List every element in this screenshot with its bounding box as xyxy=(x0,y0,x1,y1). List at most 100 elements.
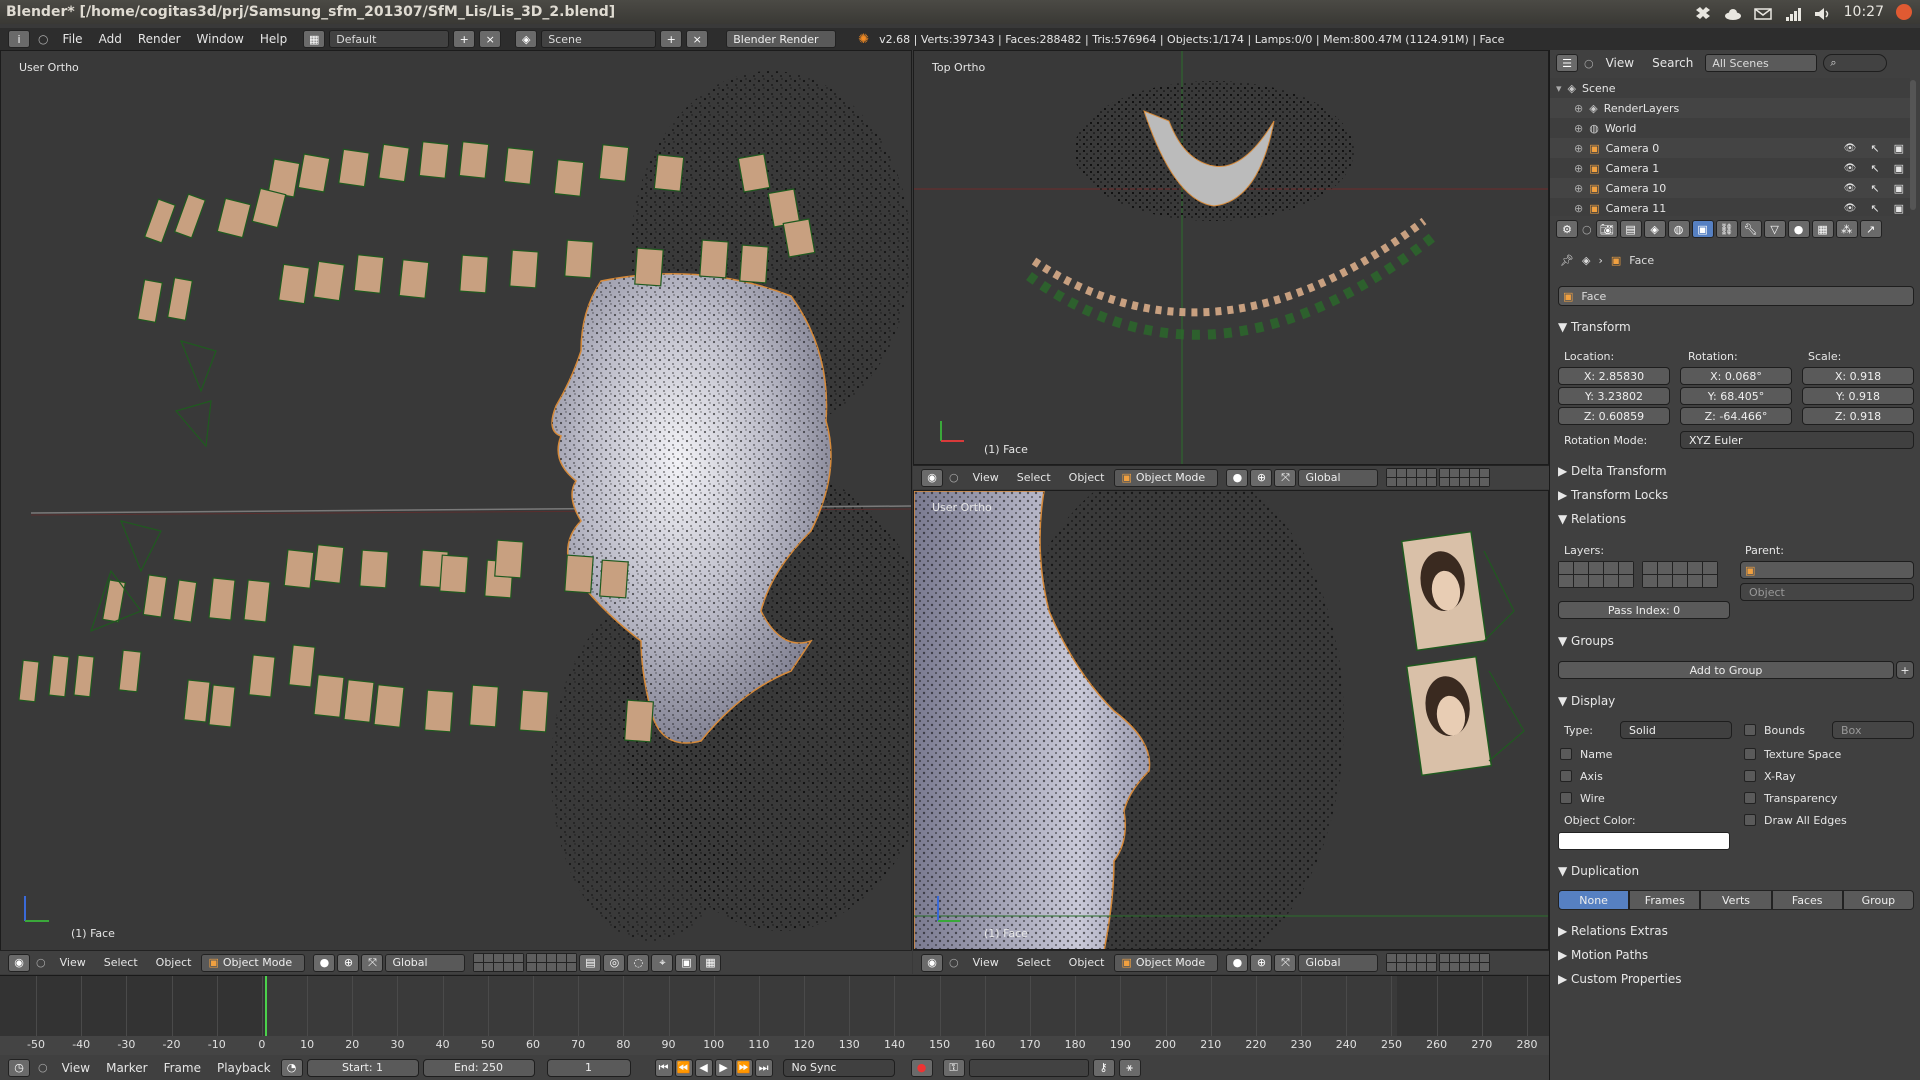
collapse-icon[interactable]: ○ xyxy=(1584,57,1594,70)
parent-type-select[interactable]: Object xyxy=(1740,583,1914,601)
preview-range-icon[interactable]: ◔ xyxy=(280,1058,303,1077)
object-layers-grid[interactable] xyxy=(1558,561,1718,588)
parent-field[interactable]: ▣ xyxy=(1740,561,1914,579)
render-anim-icon[interactable]: ▦ xyxy=(699,953,722,972)
outliner-editor-icon[interactable]: ☰ xyxy=(1556,54,1578,72)
world-tab-icon[interactable]: ◍ xyxy=(1667,220,1690,238)
manipulator-icon[interactable]: ⤧ xyxy=(361,953,384,972)
draw-all-edges-checkbox[interactable] xyxy=(1744,814,1756,826)
display-type-select[interactable]: Solid xyxy=(1620,721,1732,739)
transparency-checkbox[interactable] xyxy=(1744,792,1756,804)
layer-buttons[interactable] xyxy=(473,953,525,972)
rotation-y-field[interactable]: Y: 68.405° xyxy=(1680,387,1792,405)
keying-set-icon[interactable]: ⚿ xyxy=(942,1058,965,1077)
menu-window[interactable]: Window xyxy=(191,32,250,46)
layer-buttons-2[interactable] xyxy=(1439,468,1491,487)
lock-layer-icon[interactable]: ▤ xyxy=(579,953,602,972)
menu-select[interactable]: Select xyxy=(96,956,146,969)
timeline[interactable]: -50 -40 -30 -20 -10 0 10 20 30 40 50 60 70 80 90 100 110… xyxy=(0,975,1549,1056)
axis-checkbox[interactable] xyxy=(1560,770,1572,782)
viewport-bottom-right[interactable]: User Ortho (1) Face xyxy=(913,490,1549,950)
outliner-item[interactable]: ⊕ ◍ World xyxy=(1550,118,1910,138)
delete-scene-icon[interactable]: × xyxy=(686,30,709,48)
properties-editor-icon[interactable]: ⚙ xyxy=(1556,220,1578,238)
shading-icon[interactable]: ● xyxy=(1226,468,1249,487)
scene-tab-icon[interactable]: ◈ xyxy=(1643,220,1666,238)
jump-end-icon[interactable]: ⏭ xyxy=(754,1058,773,1077)
play-reverse-icon[interactable]: ◀ xyxy=(694,1058,713,1077)
location-y-field[interactable]: Y: 3.23802 xyxy=(1558,387,1670,405)
render-camera-icon[interactable]: ▣ xyxy=(1894,202,1904,215)
timeline-menu-frame[interactable]: Frame xyxy=(158,1061,207,1075)
rotation-z-field[interactable]: Z: -64.466° xyxy=(1680,407,1792,425)
timeline-editor-icon[interactable]: ◷ xyxy=(8,1058,30,1077)
timeline-menu-playback[interactable]: Playback xyxy=(211,1061,277,1075)
mail-icon[interactable] xyxy=(1753,5,1772,20)
orientation-select[interactable]: Global xyxy=(1298,468,1379,487)
proportional-icon[interactable]: ◌ xyxy=(627,953,650,972)
record-icon[interactable]: ● xyxy=(910,1058,933,1077)
outliner-item[interactable]: ▾ ◈ Scene xyxy=(1550,78,1910,98)
bounds-checkbox[interactable] xyxy=(1744,724,1756,736)
mode-select[interactable]: ▣ Object Mode xyxy=(201,953,306,972)
dup-tab-none[interactable]: None xyxy=(1558,890,1630,910)
modifiers-tab-icon[interactable]: 🔧︎ xyxy=(1739,220,1762,238)
texture-tab-icon[interactable]: ▦ xyxy=(1811,220,1834,238)
menu-select[interactable]: Select xyxy=(1009,956,1059,969)
scale-y-field[interactable]: Y: 0.918 xyxy=(1802,387,1914,405)
location-x-field[interactable]: X: 2.85830 xyxy=(1558,367,1670,385)
pass-index-field[interactable]: Pass Index: 0 xyxy=(1558,601,1730,619)
outliner-menu-view[interactable]: View xyxy=(1600,56,1640,70)
cloud-icon[interactable] xyxy=(1724,5,1742,20)
start-frame-field[interactable]: Start: 1 xyxy=(306,1058,419,1077)
snap-element-icon[interactable]: ⌖ xyxy=(651,953,674,972)
scene-icon[interactable]: ◈ xyxy=(515,30,538,48)
manipulator-icon[interactable]: ⤧ xyxy=(1274,953,1297,972)
data-tab-icon[interactable]: ▽ xyxy=(1763,220,1786,238)
render-camera-icon[interactable]: ▣ xyxy=(1894,142,1904,155)
transform-panel-header[interactable]: ▼ Transform xyxy=(1558,320,1631,334)
play-icon[interactable]: ▶ xyxy=(714,1058,733,1077)
close-icon[interactable]: × xyxy=(479,30,502,48)
name-checkbox[interactable] xyxy=(1560,748,1572,760)
orientation-select[interactable]: Global xyxy=(1298,953,1379,972)
layer-buttons[interactable] xyxy=(1386,953,1438,972)
jump-next-key-icon[interactable]: ⏩ xyxy=(734,1058,753,1077)
add-group-plus-button[interactable]: + xyxy=(1896,661,1914,679)
scale-z-field[interactable]: Z: 0.918 xyxy=(1802,407,1914,425)
menu-select[interactable]: Select xyxy=(1009,471,1059,484)
view3d-editor-icon[interactable]: ◉ xyxy=(921,953,943,972)
clock[interactable]: 10:27 xyxy=(1844,0,1884,24)
end-frame-field[interactable]: End: 250 xyxy=(422,1058,535,1077)
select-arrow-icon[interactable]: ↖ xyxy=(1870,142,1879,155)
viewport-left[interactable]: User Ortho (1) Face xyxy=(0,50,912,952)
render-engine-select[interactable]: Blender Render xyxy=(726,30,837,48)
shading-icon[interactable]: ● xyxy=(1226,953,1249,972)
shading-icon[interactable]: ● xyxy=(313,953,336,972)
network-signal-icon[interactable] xyxy=(1784,5,1802,21)
transform-locks-panel-header[interactable]: ▶ Transform Locks xyxy=(1558,488,1668,502)
expand-icon[interactable]: ⊕ xyxy=(1574,102,1583,115)
groups-panel-header[interactable]: ▼ Groups xyxy=(1558,634,1614,648)
layer-buttons-2[interactable] xyxy=(1439,953,1491,972)
dup-tab-faces[interactable]: Faces xyxy=(1771,890,1843,910)
scene-field[interactable]: Scene xyxy=(541,30,657,48)
chevron-down-icon[interactable]: ▾ xyxy=(1556,82,1562,95)
snap-icon[interactable]: ◎ xyxy=(603,953,626,972)
outliner-filter-select[interactable]: All Scenes xyxy=(1705,54,1818,72)
sync-select[interactable]: No Sync xyxy=(782,1058,895,1077)
pin-icon[interactable]: 📌︎ xyxy=(1560,254,1574,267)
insert-keyframe-icon[interactable]: ⚷ xyxy=(1092,1058,1115,1077)
viewport-top-right[interactable]: Top Ortho (1) Face xyxy=(913,50,1549,465)
expand-icon[interactable]: ⊕ xyxy=(1574,122,1583,135)
layers-tab-icon[interactable]: ▤ xyxy=(1619,220,1642,238)
menu-view[interactable]: View xyxy=(965,956,1007,969)
dup-tab-verts[interactable]: Verts xyxy=(1700,890,1772,910)
collapse-icon[interactable]: ○ xyxy=(32,956,50,969)
relations-extras-panel-header[interactable]: ▶ Relations Extras xyxy=(1558,924,1668,938)
outliner-item[interactable]: ⊕ ▣ Camera 10 👁︎ ↖ ▣ xyxy=(1550,178,1910,198)
jump-prev-key-icon[interactable]: ⏪ xyxy=(674,1058,693,1077)
render-camera-icon[interactable]: ▣ xyxy=(1894,162,1904,175)
dup-tab-group[interactable]: Group xyxy=(1842,890,1915,910)
physics-tab-icon[interactable]: ↗ xyxy=(1859,220,1882,238)
